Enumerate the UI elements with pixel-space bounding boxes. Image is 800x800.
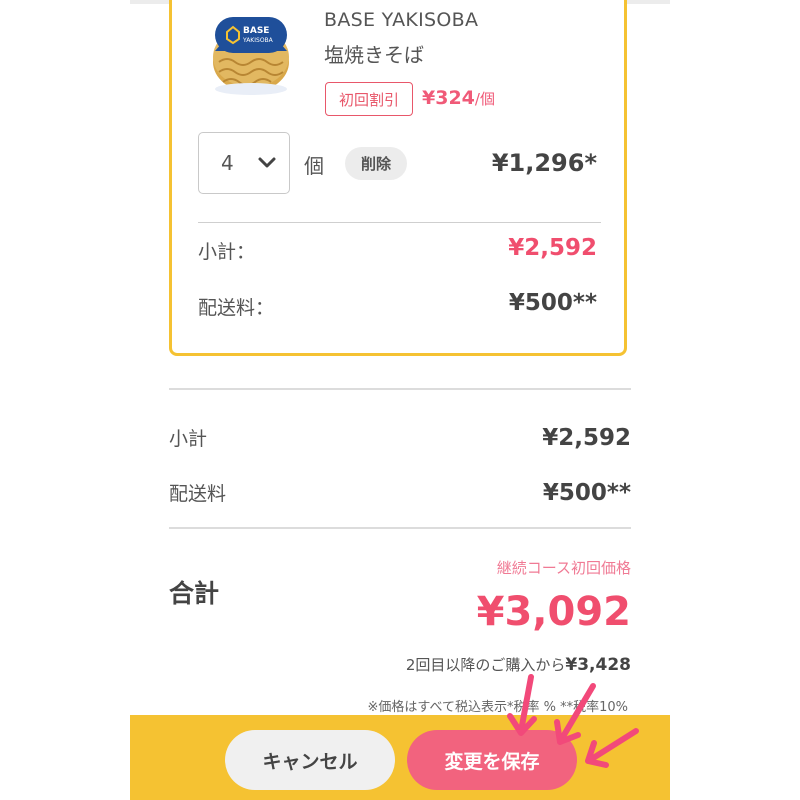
subtotal-label: 小計 [169, 428, 208, 450]
card-shipping-value: ¥500** [508, 290, 597, 316]
cancel-button[interactable]: キャンセル [225, 730, 395, 790]
subtotal-value: ¥2,592 [542, 425, 631, 451]
unit-price-value: ¥324 [422, 87, 475, 109]
unit-price: ¥324/個 [422, 87, 495, 109]
quantity-value: 4 [221, 151, 234, 175]
product-variant: 塩焼きそば [324, 43, 424, 67]
product-card: BASE YAKISOBA BASE YAKISOBA 塩焼きそば 初回割引 ¥… [169, 0, 627, 356]
svg-text:YAKISOBA: YAKISOBA [242, 37, 274, 44]
quantity-select[interactable]: 4 [198, 132, 290, 194]
total-value: ¥3,092 [476, 589, 631, 635]
summary-divider-top [169, 388, 631, 390]
card-subtotal-label: 小計： [198, 241, 256, 263]
yakisoba-cup-image: BASE YAKISOBA [213, 17, 289, 95]
shipping-label: 配送料 [169, 483, 227, 505]
unit-price-suffix: /個 [474, 90, 495, 108]
save-changes-button[interactable]: 変更を保存 [407, 730, 577, 790]
summary-divider-bottom [169, 527, 631, 529]
subsequent-price-prefix: 2回目以降のご購入から [405, 656, 566, 674]
tax-note: ※価格はすべて税込表示*税率 % **税率10% [367, 700, 628, 715]
subsequent-price: 2回目以降のご購入から¥3,428 [406, 654, 631, 675]
line-total: ¥1,296* [491, 149, 597, 177]
action-footer: キャンセル 変更を保存 [130, 715, 670, 800]
card-divider [198, 222, 601, 223]
total-label: 合計 [169, 579, 220, 608]
svg-text:BASE: BASE [243, 26, 269, 36]
card-shipping-label: 配送料： [198, 297, 275, 319]
card-subtotal-value: ¥2,592 [508, 235, 597, 261]
first-discount-badge: 初回割引 [325, 82, 413, 116]
order-edit-screen: BASE YAKISOBA BASE YAKISOBA 塩焼きそば 初回割引 ¥… [130, 0, 670, 800]
quantity-unit: 個 [304, 154, 324, 178]
subsequent-price-value: ¥3,428 [565, 655, 631, 675]
product-name: BASE YAKISOBA [324, 9, 479, 31]
delete-button[interactable]: 削除 [345, 147, 407, 180]
shipping-value: ¥500** [542, 480, 631, 506]
chevron-down-icon [258, 157, 276, 168]
course-first-price-note: 継続コース初回価格 [496, 559, 631, 577]
